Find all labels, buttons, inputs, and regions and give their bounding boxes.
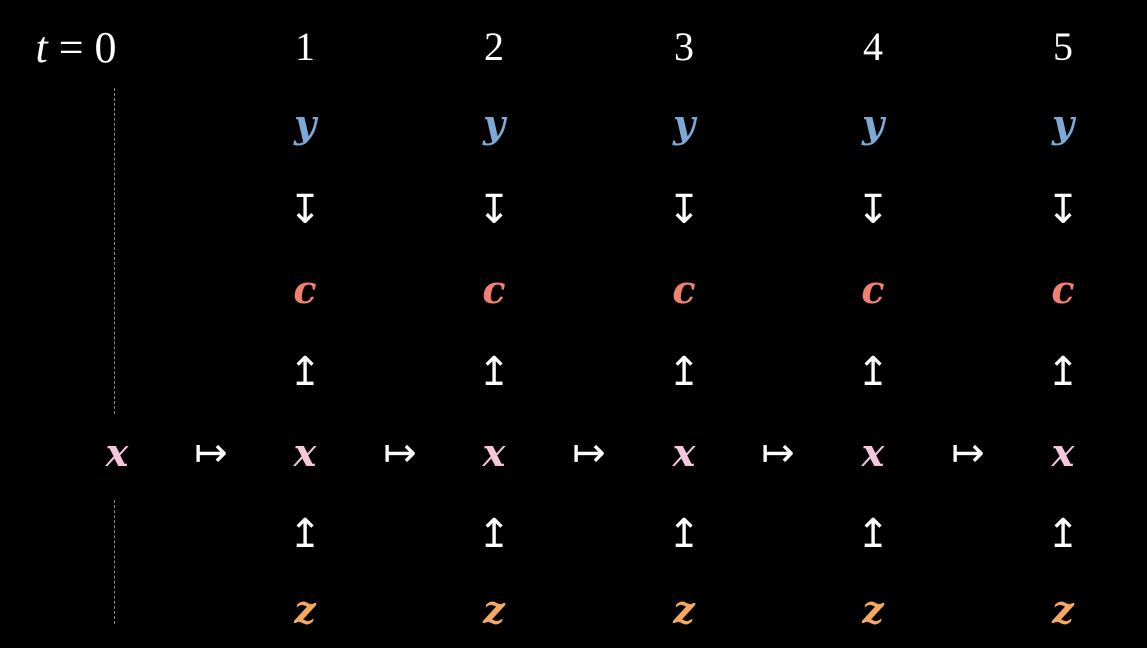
- time-zero: = 0: [58, 23, 117, 72]
- up-arrow-c-3: ↥: [667, 349, 701, 395]
- t0-dashed-line-lower: [114, 500, 115, 624]
- step-label-2: 2: [484, 24, 504, 69]
- step-label-3: 3: [674, 24, 694, 69]
- z-node-2: z: [483, 587, 505, 632]
- up-arrow-c-2: ↥: [477, 349, 511, 395]
- down-arrow-5: ↧: [1046, 187, 1080, 233]
- maps-to-arrow-0-1: ↦: [194, 430, 228, 476]
- x-node-3: x: [672, 430, 696, 475]
- z-node-3: z: [673, 587, 695, 632]
- z-node-5: z: [1052, 587, 1074, 632]
- time-label: t = 0: [35, 26, 116, 70]
- maps-to-arrow-2-3: ↦: [572, 430, 606, 476]
- up-arrow-z-4: ↥: [856, 511, 890, 557]
- up-arrow-c-4: ↥: [856, 349, 890, 395]
- z-node-4: z: [862, 587, 884, 632]
- c-node-1: c: [293, 267, 317, 312]
- z-node-1: z: [294, 587, 316, 632]
- x-node-5: x: [1051, 430, 1075, 475]
- y-node-5: y: [1051, 101, 1075, 146]
- c-node-5: c: [1051, 267, 1075, 312]
- down-arrow-3: ↧: [667, 187, 701, 233]
- x-node-2: x: [482, 430, 506, 475]
- step-label-5: 5: [1053, 24, 1073, 69]
- up-arrow-c-1: ↥: [288, 349, 322, 395]
- maps-to-arrow-1-2: ↦: [383, 430, 417, 476]
- down-arrow-2: ↧: [477, 187, 511, 233]
- down-arrow-4: ↧: [856, 187, 890, 233]
- x-node-4: x: [861, 430, 885, 475]
- up-arrow-c-5: ↥: [1046, 349, 1080, 395]
- up-arrow-z-2: ↥: [477, 511, 511, 557]
- down-arrow-1: ↧: [288, 187, 322, 233]
- x-node-1: x: [293, 430, 317, 475]
- c-node-4: c: [861, 267, 885, 312]
- up-arrow-z-1: ↥: [288, 511, 322, 557]
- up-arrow-z-5: ↥: [1046, 511, 1080, 557]
- x-node-t0: x: [105, 430, 129, 475]
- up-arrow-z-3: ↥: [667, 511, 701, 557]
- time-variable: t: [35, 23, 48, 72]
- c-node-3: c: [672, 267, 696, 312]
- y-node-1: y: [293, 101, 317, 146]
- maps-to-arrow-4-5: ↦: [951, 430, 985, 476]
- maps-to-arrow-3-4: ↦: [761, 430, 795, 476]
- t0-dashed-line-upper: [114, 88, 115, 414]
- step-label-1: 1: [295, 24, 315, 69]
- y-node-2: y: [482, 101, 506, 146]
- c-node-2: c: [482, 267, 506, 312]
- y-node-3: y: [672, 101, 696, 146]
- step-label-4: 4: [863, 24, 883, 69]
- y-node-4: y: [861, 101, 885, 146]
